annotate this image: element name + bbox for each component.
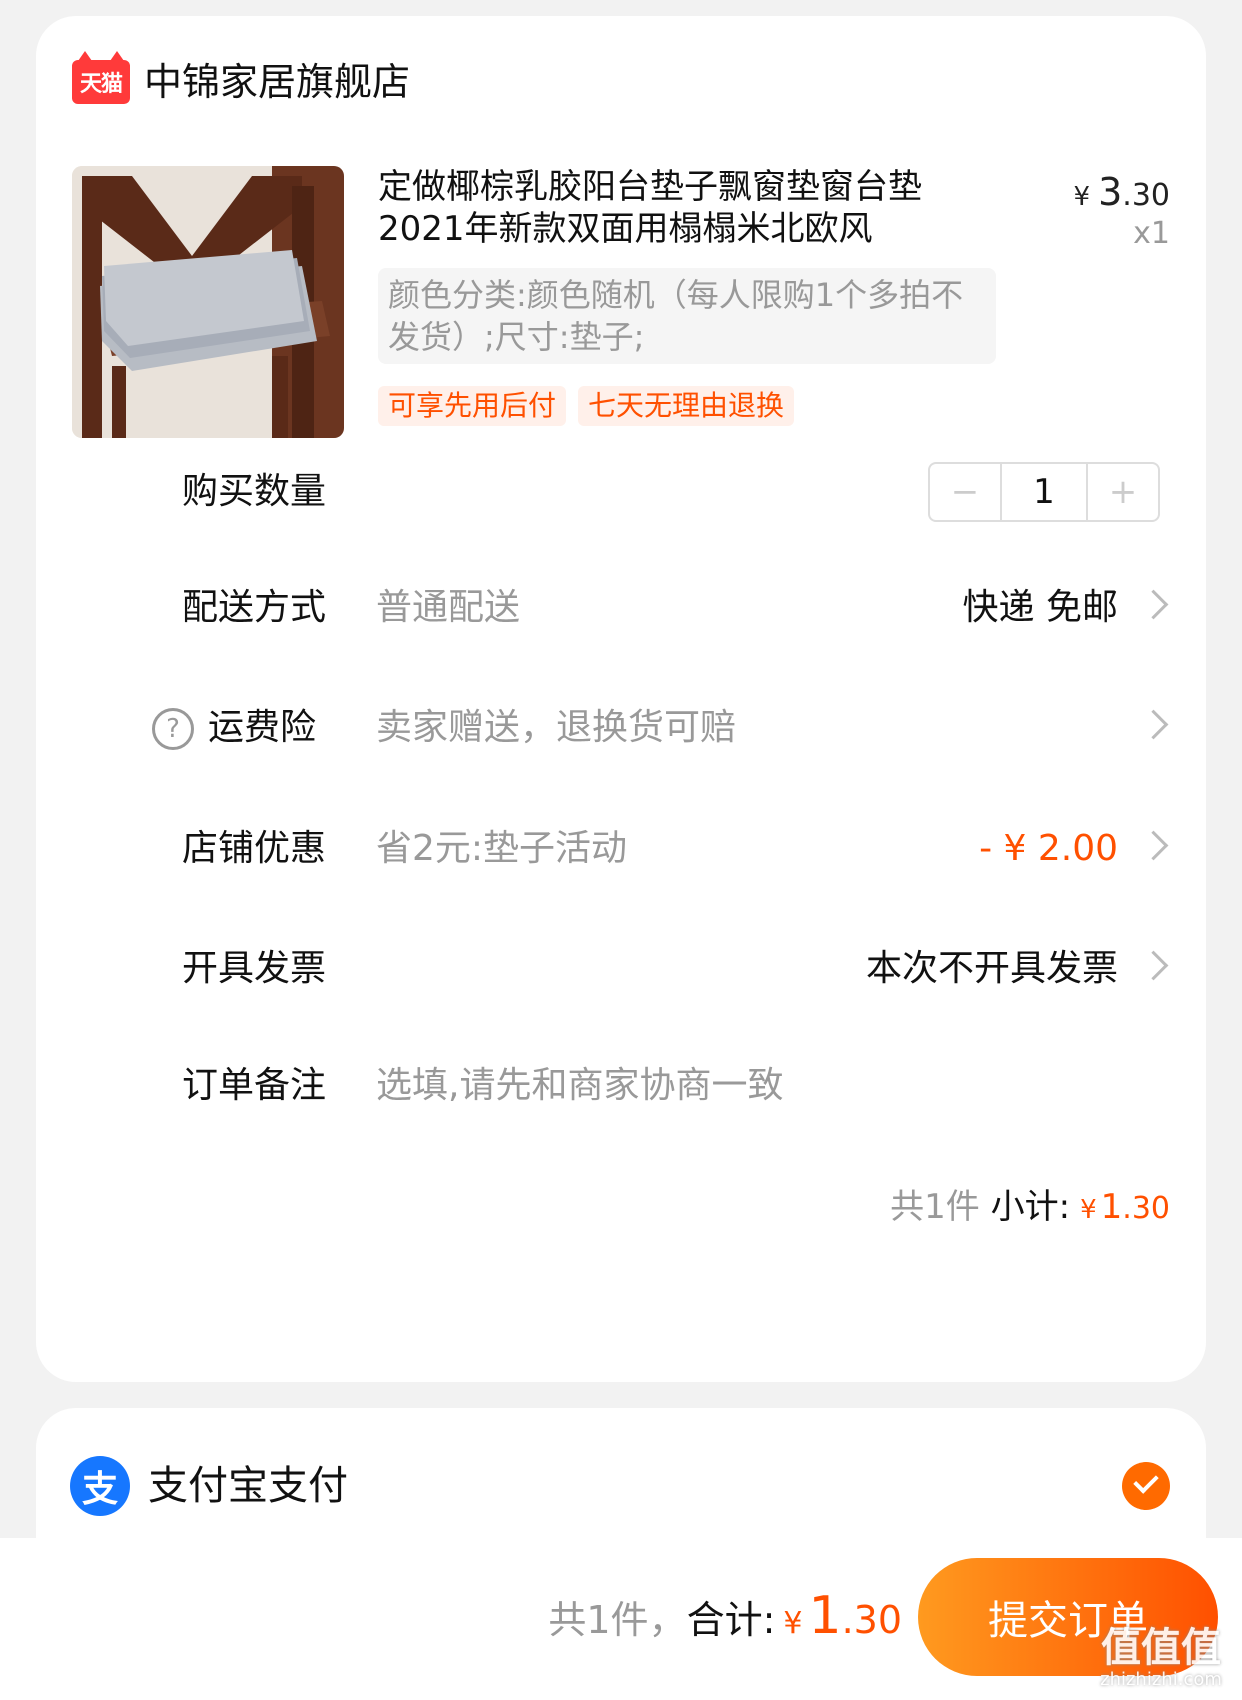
- quantity-value[interactable]: 1: [1000, 464, 1088, 520]
- tmall-logo: 天猫: [72, 51, 130, 104]
- subtotal-integer: 1: [1100, 1187, 1123, 1227]
- remark-row: 订单备注 选填,请先和商家协商一致: [36, 1056, 1206, 1116]
- chevron-right-icon: [1138, 950, 1169, 981]
- shop-discount-value: 省2元:垫子活动: [376, 828, 628, 869]
- total-count: 共1件，: [548, 1598, 687, 1642]
- invoice-label: 开具发票: [182, 948, 327, 989]
- watermark-sub: zhizhizhi.com: [1100, 1669, 1222, 1690]
- tag-pay-later: 可享先用后付: [378, 386, 567, 426]
- price-decimal: .30: [1122, 178, 1170, 213]
- shop-discount-row[interactable]: 店铺优惠 省2元:垫子活动 - ¥ 2.00: [36, 819, 1206, 879]
- increase-button[interactable]: +: [1088, 464, 1158, 520]
- product-spec: 颜色分类:颜色随机（每人限购1个多拍不发货）;尺寸:垫子;: [378, 268, 996, 364]
- price-integer: 3: [1098, 170, 1123, 214]
- subtotal-decimal: .30: [1122, 1191, 1170, 1226]
- product-title[interactable]: 定做椰棕乳胶阳台垫子飘窗垫窗台垫2021年新款双面用榻榻米北欧风: [378, 166, 978, 250]
- delivery-row[interactable]: 配送方式 普通配送 快递 免邮: [36, 578, 1206, 638]
- quantity-label: 购买数量: [182, 471, 327, 512]
- subtotal: 共1件 小计: ¥1.30: [890, 1182, 1170, 1235]
- chevron-right-icon: [1138, 589, 1169, 620]
- alipay-icon: 支: [70, 1456, 130, 1516]
- price-currency: ¥: [1073, 182, 1091, 212]
- chevron-right-icon: [1138, 830, 1169, 861]
- check-icon[interactable]: [1122, 1462, 1170, 1510]
- chevron-right-icon: [1138, 709, 1169, 740]
- remark-label: 订单备注: [182, 1065, 327, 1106]
- total-currency: ¥: [783, 1606, 803, 1641]
- order-total: 共1件，合计: ¥1.30: [548, 1586, 902, 1654]
- shipping-insurance-label: 运费险: [208, 707, 317, 748]
- total-decimal: .30: [841, 1598, 902, 1642]
- invoice-value: 本次不开具发票: [865, 948, 1118, 989]
- total-integer: 1: [808, 1586, 842, 1646]
- decrease-button[interactable]: −: [930, 464, 1000, 520]
- help-icon[interactable]: ?: [152, 708, 194, 750]
- delivery-value: 普通配送: [376, 587, 521, 628]
- shipping-insurance-value: 卖家赠送，退换货可赔: [376, 707, 737, 748]
- shop-discount-label: 店铺优惠: [182, 828, 327, 869]
- bottom-bar: 共1件，合计: ¥1.30 提交订单: [0, 1538, 1242, 1700]
- product-price: ¥3.30: [1074, 170, 1170, 214]
- shop-discount-amount: - ¥ 2.00: [979, 828, 1118, 869]
- delivery-label: 配送方式: [182, 587, 327, 628]
- shipping-insurance-row[interactable]: ? 运费险 卖家赠送，退换货可赔: [36, 698, 1206, 758]
- remark-input[interactable]: 选填,请先和商家协商一致: [376, 1056, 783, 1116]
- quantity-stepper[interactable]: − 1 +: [928, 462, 1160, 522]
- product-image[interactable]: [72, 166, 344, 438]
- product-quantity: x1: [1133, 216, 1170, 251]
- invoice-row[interactable]: 开具发票 本次不开具发票: [36, 939, 1206, 999]
- delivery-method: 快递 免邮: [962, 587, 1118, 628]
- subtotal-currency: ¥: [1080, 1195, 1097, 1225]
- quantity-row: 购买数量 − 1 +: [36, 462, 1206, 522]
- total-label: 合计:: [686, 1598, 776, 1642]
- watermark-main: 值值值: [1101, 1625, 1221, 1671]
- payment-method-name[interactable]: 支付宝支付: [148, 1458, 348, 1514]
- subtotal-count: 共1件: [890, 1187, 980, 1227]
- subtotal-label: 小计:: [990, 1187, 1071, 1227]
- service-tags: 可享先用后付 七天无理由退换: [378, 386, 795, 426]
- order-card: 天猫 中锦家居旗舰店 定做椰棕乳胶阳台垫子飘窗垫窗台垫2021年新款双面用榻榻米…: [36, 16, 1206, 1382]
- shop-name[interactable]: 中锦家居旗舰店: [144, 60, 410, 104]
- watermark: 值值值 zhizhizhi.com: [1086, 1626, 1236, 1690]
- tag-seven-day-return: 七天无理由退换: [578, 386, 795, 426]
